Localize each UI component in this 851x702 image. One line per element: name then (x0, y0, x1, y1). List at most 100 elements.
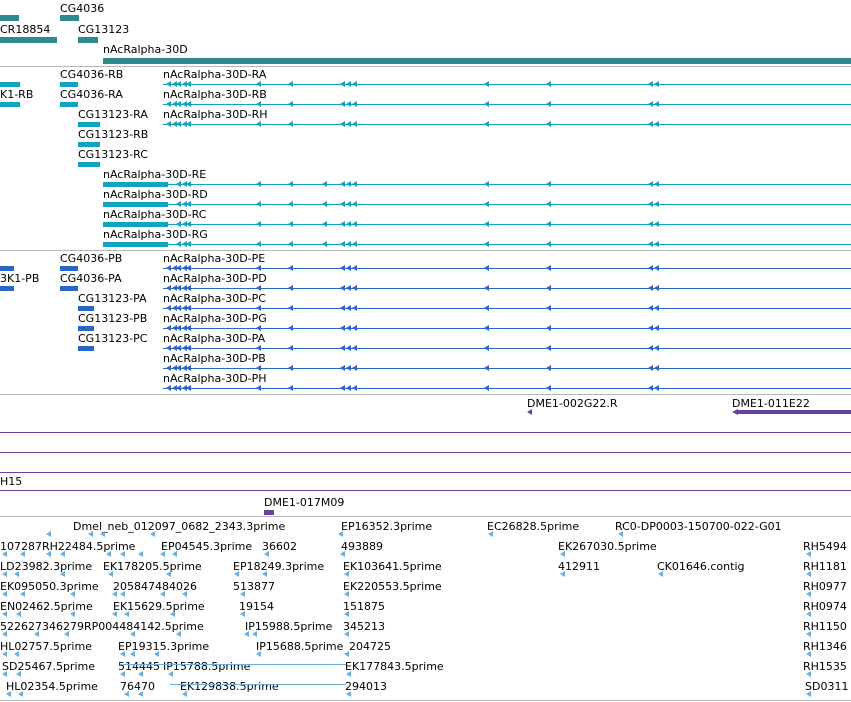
transcript-intron-line[interactable] (168, 204, 851, 205)
transcript-feature[interactable] (0, 102, 20, 107)
transcript-label[interactable]: nAcRalpha-30D-RB (163, 88, 267, 101)
est-label[interactable]: EK103641.5prime (343, 560, 442, 573)
protein-feature[interactable] (60, 266, 78, 271)
protein-feature[interactable] (78, 306, 94, 311)
protein-feature[interactable] (78, 346, 94, 351)
protein-feature[interactable] (0, 266, 14, 271)
est-label[interactable]: IP15988.5prime (245, 620, 332, 633)
gene-label[interactable]: CG13123 (78, 23, 129, 36)
transcript-label[interactable]: nAcRalpha-30D-RC (103, 208, 206, 221)
transcript-intron-line[interactable] (163, 124, 851, 125)
protein-label[interactable]: nAcRalpha-30D-PD (163, 272, 267, 285)
gene-label[interactable]: nAcRalpha-30D (103, 43, 188, 56)
gene-feature[interactable] (78, 37, 98, 43)
protein-feature[interactable] (78, 326, 94, 331)
protein-label[interactable]: CG4036-PA (60, 272, 122, 285)
transcript-label[interactable]: nAcRalpha-30D-RG (103, 228, 208, 241)
gene-label[interactable]: CG4036 (60, 2, 104, 15)
transcript-feature[interactable] (60, 82, 78, 87)
clone-feature[interactable] (264, 510, 274, 515)
clone-feature[interactable] (738, 410, 851, 414)
protein-intron-line[interactable] (163, 348, 851, 349)
protein-label[interactable]: nAcRalpha-30D-PA (163, 332, 265, 345)
est-label[interactable]: 493889 (341, 540, 383, 553)
protein-label[interactable]: CG13123-PC (78, 332, 147, 345)
transcript-label[interactable]: CG13123-RC (78, 148, 148, 161)
gene-feature[interactable] (60, 15, 79, 21)
est-label[interactable]: IP15788.5prime (163, 660, 250, 673)
clone-label[interactable]: H15 (0, 475, 22, 488)
est-label[interactable]: IP15688.5prime (256, 640, 343, 653)
est-label[interactable]: EC26828.5prime (487, 520, 579, 533)
gene-feature[interactable] (0, 37, 57, 43)
transcript-feature[interactable] (103, 202, 168, 207)
est-label[interactable]: EP18249.3prime (233, 560, 324, 573)
protein-intron-line[interactable] (163, 328, 851, 329)
protein-label[interactable]: nAcRalpha-30D-PE (163, 252, 265, 265)
protein-label[interactable]: nAcRalpha-30D-PB (163, 352, 266, 365)
protein-label[interactable]: CG4036-PB (60, 252, 122, 265)
clone-line[interactable] (0, 490, 851, 491)
protein-feature[interactable] (0, 286, 14, 291)
clone-label[interactable]: DME1-011E22 (732, 397, 810, 410)
gene-label[interactable]: CR18854 (0, 23, 50, 36)
est-label[interactable]: EK178205.5prime (103, 560, 202, 573)
transcript-feature[interactable] (78, 142, 100, 147)
transcript-feature[interactable] (78, 122, 100, 127)
est-label[interactable]: EN02462.5prime (0, 600, 93, 613)
transcript-feature[interactable] (0, 82, 20, 87)
transcript-label[interactable]: nAcRalpha-30D-RE (103, 168, 206, 181)
est-label[interactable]: EK129838.5prime (180, 680, 279, 693)
protein-intron-line[interactable] (163, 368, 851, 369)
est-label[interactable]: EP16352.3prime (341, 520, 432, 533)
transcript-feature[interactable] (103, 242, 168, 247)
est-label[interactable]: EK267030.5prime (558, 540, 657, 553)
est-label[interactable]: SD0311 (805, 680, 848, 693)
protein-intron-line[interactable] (163, 288, 851, 289)
gene-feature[interactable] (0, 15, 19, 21)
est-label[interactable]: EK177843.5prime (345, 660, 444, 673)
est-label[interactable]: 294013 (345, 680, 387, 693)
est-label[interactable]: 345213 (343, 620, 385, 633)
transcript-label[interactable]: CG13123-RA (78, 108, 148, 121)
protein-intron-line[interactable] (163, 308, 851, 309)
protein-label[interactable]: nAcRalpha-30D-PH (163, 372, 267, 385)
est-label[interactable]: RC0-DP0003-150700-022-G01 (615, 520, 782, 533)
transcript-label[interactable]: CG4036-RB (60, 68, 123, 81)
transcript-intron-line[interactable] (168, 184, 851, 185)
protein-label[interactable]: CG13123-PA (78, 292, 147, 305)
clone-label[interactable]: DME1-002G22.R (527, 397, 618, 410)
protein-intron-line[interactable] (163, 388, 851, 389)
transcript-label[interactable]: nAcRalpha-30D-RA (163, 68, 266, 81)
clone-line[interactable] (0, 452, 851, 453)
protein-label[interactable]: 3K1-PB (0, 272, 39, 285)
est-label[interactable]: 522627346279RP004484142.5prime (0, 620, 204, 633)
transcript-feature[interactable] (60, 102, 78, 107)
transcript-intron-line[interactable] (168, 244, 851, 245)
clone-label[interactable]: DME1-017M09 (264, 496, 344, 509)
transcript-label[interactable]: nAcRalpha-30D-RH (163, 108, 268, 121)
est-label[interactable]: 204725 (349, 640, 391, 653)
gene-feature[interactable] (103, 58, 851, 64)
clone-feature[interactable] (527, 409, 532, 415)
transcript-label[interactable]: nAcRalpha-30D-RD (103, 188, 208, 201)
transcript-label[interactable]: K1-RB (0, 88, 33, 101)
transcript-intron-line[interactable] (163, 104, 851, 105)
transcript-label[interactable]: CG13123-RB (78, 128, 148, 141)
protein-label[interactable]: nAcRalpha-30D-PC (163, 292, 266, 305)
transcript-label[interactable]: CG4036-RA (60, 88, 123, 101)
clone-line[interactable] (0, 432, 851, 433)
clone-line[interactable] (0, 472, 851, 473)
protein-label[interactable]: nAcRalpha-30D-PG (163, 312, 267, 325)
protein-feature[interactable] (60, 286, 78, 291)
protein-intron-line[interactable] (163, 268, 851, 269)
protein-label[interactable]: CG13123-PB (78, 312, 147, 325)
est-label[interactable]: EK220553.5prime (343, 580, 442, 593)
transcript-feature[interactable] (103, 222, 168, 227)
transcript-intron-line[interactable] (168, 224, 851, 225)
transcript-feature[interactable] (103, 182, 168, 187)
est-label[interactable]: CK01646.contig (657, 560, 744, 573)
transcript-intron-line[interactable] (163, 84, 851, 85)
genome-browser-viewport[interactable]: CG4036 CR18854 CG13123 nAcRalpha-30D CG4… (0, 0, 851, 702)
transcript-feature[interactable] (78, 162, 100, 167)
